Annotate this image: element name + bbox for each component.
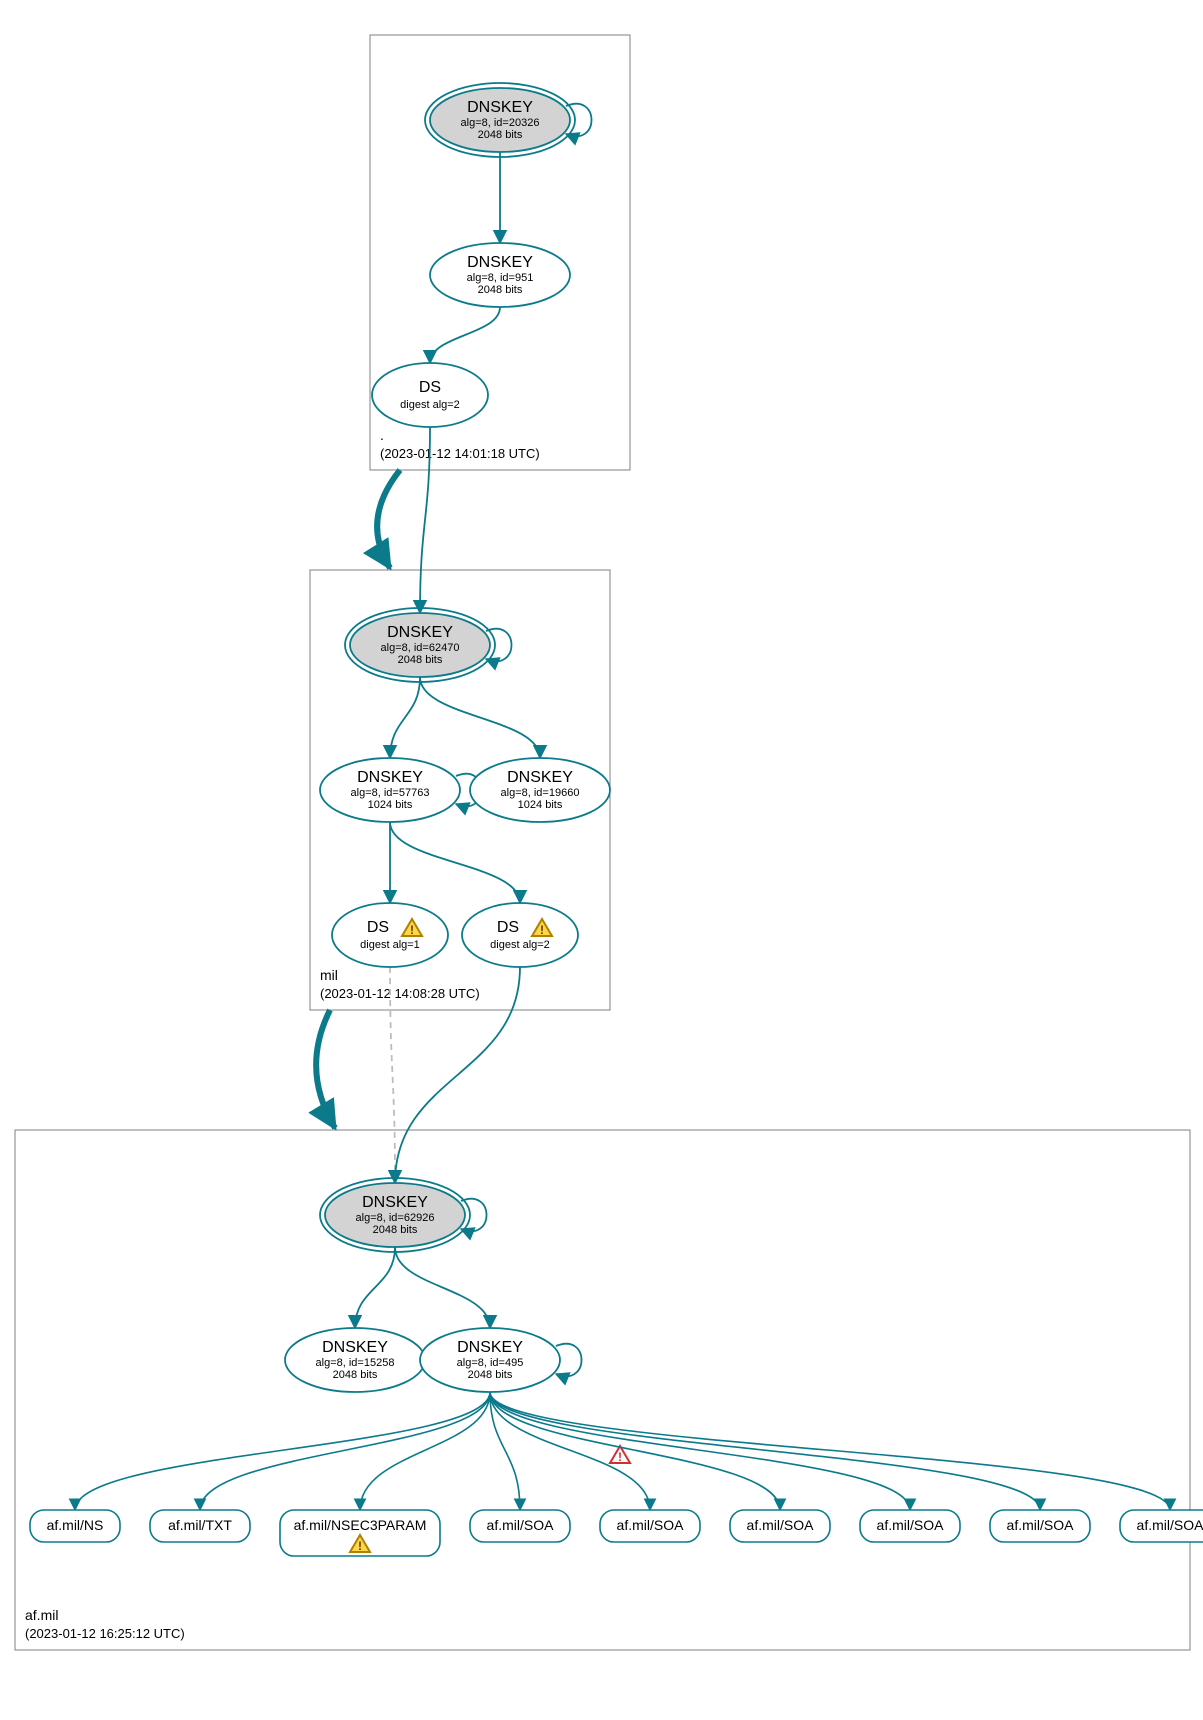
delegation-arrow [377, 470, 400, 568]
edge [430, 307, 500, 363]
node-alg: alg=8, id=951 [467, 272, 534, 284]
svg-text:!: ! [358, 1539, 362, 1553]
rrset-label: af.mil/SOA [487, 1517, 555, 1533]
node-title: DNSKEY [362, 1194, 428, 1211]
edge [420, 677, 540, 758]
node-bits: 2048 bits [468, 1369, 513, 1381]
zone-timestamp: (2023-01-12 14:08:28 UTC) [320, 986, 480, 1001]
node-title: DS [367, 919, 389, 936]
node-bits: 1024 bits [518, 799, 563, 811]
node-title: DS [497, 919, 519, 936]
dnssec-diagram: . (2023-01-12 14:01:18 UTC) mil (2023-01-12… [0, 0, 1203, 1720]
rrset-label: af.mil/NSEC3PARAM [294, 1517, 427, 1533]
node-bits: 1024 bits [368, 799, 413, 811]
rrset-label: af.mil/SOA [1007, 1517, 1075, 1533]
node-title: DNSKEY [467, 99, 533, 116]
rrset-label: af.mil/SOA [747, 1517, 815, 1533]
zone-name: mil [320, 967, 338, 983]
node-title: DNSKEY [507, 769, 573, 786]
edge [75, 1392, 490, 1510]
rrset-label: af.mil/SOA [877, 1517, 945, 1533]
node-alg: alg=8, id=19660 [501, 787, 580, 799]
node-title: DNSKEY [387, 624, 453, 641]
node-bits: 2048 bits [398, 654, 443, 666]
zone-name: af.mil [25, 1607, 58, 1623]
node-bits: 2048 bits [478, 284, 523, 296]
zone-timestamp: (2023-01-12 14:01:18 UTC) [380, 446, 540, 461]
delegation-arrow [316, 1010, 335, 1128]
zone-box [15, 1130, 1190, 1650]
zone-timestamp: (2023-01-12 16:25:12 UTC) [25, 1626, 185, 1641]
zone-name: . [380, 427, 384, 443]
node-sub: digest alg=2 [490, 939, 550, 951]
edge [490, 1392, 780, 1510]
svg-text:!: ! [618, 1450, 622, 1464]
edge [355, 1247, 395, 1328]
node-alg: alg=8, id=62470 [381, 642, 460, 654]
edge [490, 1392, 1170, 1510]
edge [360, 1392, 490, 1510]
node-alg: alg=8, id=57763 [351, 787, 430, 799]
node-bits: 2048 bits [373, 1224, 418, 1236]
edge [390, 677, 420, 758]
svg-text:!: ! [540, 923, 544, 937]
edge [200, 1392, 490, 1510]
node-alg: alg=8, id=15258 [316, 1357, 395, 1369]
node-bits: 2048 bits [478, 129, 523, 141]
node-title: DNSKEY [467, 254, 533, 271]
node-title: DNSKEY [322, 1339, 388, 1356]
node-title: DNSKEY [457, 1339, 523, 1356]
node-title: DNSKEY [357, 769, 423, 786]
edge [390, 822, 520, 903]
rrset-label: af.mil/TXT [168, 1517, 232, 1533]
node-sub: digest alg=2 [400, 399, 460, 411]
node-alg: alg=8, id=495 [457, 1357, 524, 1369]
node-alg: alg=8, id=20326 [461, 117, 540, 129]
node-title: DS [419, 379, 441, 396]
edge [395, 1247, 490, 1328]
rrset-label: af.mil/SOA [1137, 1517, 1203, 1533]
svg-text:!: ! [410, 923, 414, 937]
rrset-label: af.mil/SOA [617, 1517, 685, 1533]
ds-node [462, 903, 578, 967]
node-sub: digest alg=1 [360, 939, 420, 951]
node-bits: 2048 bits [333, 1369, 378, 1381]
node-alg: alg=8, id=62926 [356, 1212, 435, 1224]
ds-node [332, 903, 448, 967]
rrset-label: af.mil/NS [47, 1517, 104, 1533]
